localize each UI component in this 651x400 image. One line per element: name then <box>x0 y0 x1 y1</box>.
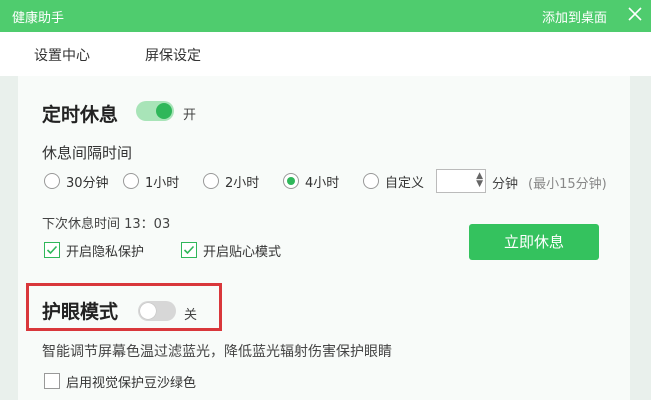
settings-panel: 定时休息 开 休息间隔时间 30分钟 1小时 2小时 4小时 自定义 ▲ ▼ 分钟… <box>18 76 630 400</box>
radio-button[interactable] <box>44 173 60 189</box>
app-title: 健康助手 <box>12 11 65 26</box>
timed-rest-toggle[interactable] <box>136 101 174 121</box>
check-icon <box>183 245 195 255</box>
tab-bar: 设置中心 屏保设定 <box>0 32 651 78</box>
tab-screensaver-settings[interactable]: 屏保设定 <box>145 45 201 65</box>
radio-button[interactable] <box>363 173 379 189</box>
eye-mode-title: 护眼模式 <box>42 301 119 323</box>
radio-button[interactable] <box>123 173 139 189</box>
radio-label: 30分钟 <box>66 176 109 191</box>
toggle-knob <box>156 103 172 119</box>
radio-button[interactable] <box>283 173 299 189</box>
radio-button[interactable] <box>203 173 219 189</box>
eye-mode-description: 智能调节屏幕色温过滤蓝光，降低蓝光辐射伤害保护眼睛 <box>42 344 392 360</box>
add-to-desktop-link[interactable]: 添加到桌面 <box>542 7 607 26</box>
title-bar: 健康助手 添加到桌面 <box>0 0 651 32</box>
eye-mode-toggle-label: 关 <box>184 308 198 323</box>
next-rest-time: 下次休息时间 13：03 <box>42 217 171 232</box>
checkbox-label: 开启贴心模式 <box>203 245 282 260</box>
rest-now-button[interactable]: 立即休息 <box>469 224 599 260</box>
close-icon[interactable] <box>624 3 646 25</box>
custom-hint: (最小15分钟) <box>528 177 607 192</box>
checkbox-label: 启用视觉保护豆沙绿色 <box>66 376 197 391</box>
radio-label: 1小时 <box>145 176 180 191</box>
checkbox[interactable] <box>44 242 60 258</box>
eye-mode-toggle[interactable] <box>138 301 176 321</box>
stepper-arrows-icon[interactable]: ▲ ▼ <box>476 172 483 189</box>
checkbox[interactable] <box>181 242 197 258</box>
timed-rest-toggle-label: 开 <box>183 108 197 123</box>
toggle-knob <box>140 303 156 319</box>
timed-rest-title: 定时休息 <box>42 104 119 126</box>
checkbox[interactable] <box>44 373 60 389</box>
interval-label: 休息间隔时间 <box>42 144 133 162</box>
custom-unit-label: 分钟 <box>492 177 519 192</box>
custom-minutes-stepper[interactable]: ▲ ▼ <box>436 169 486 193</box>
tab-settings-center[interactable]: 设置中心 <box>20 45 104 78</box>
radio-label: 4小时 <box>305 176 340 191</box>
check-icon <box>46 245 58 255</box>
checkbox-label: 开启隐私保护 <box>66 245 145 260</box>
radio-label: 2小时 <box>225 176 260 191</box>
radio-label: 自定义 <box>385 176 425 191</box>
